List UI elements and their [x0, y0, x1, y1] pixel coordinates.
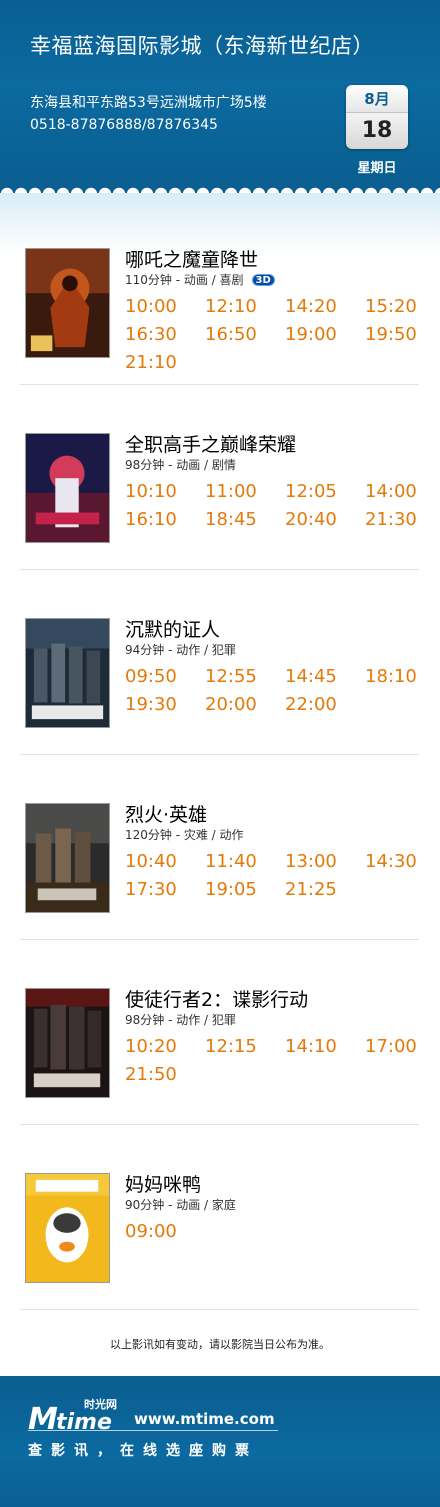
- movie-title[interactable]: 全职高手之巅峰荣耀: [125, 430, 296, 457]
- footer-slogan: 查影讯，在线选座购票: [28, 1443, 258, 1459]
- showtime[interactable]: 10:00: [125, 296, 205, 318]
- showtime[interactable]: 22:00: [285, 694, 365, 716]
- movie-info: 98分钟 - 动画 / 剧情: [125, 458, 236, 472]
- showtime[interactable]: 17:00: [365, 1036, 421, 1058]
- movie-info: 94分钟 - 动作 / 犯罪: [125, 643, 236, 657]
- showtime[interactable]: 21:30: [365, 509, 421, 531]
- format-3d-badge: 3D: [251, 274, 275, 286]
- movie-item: 哪吒之魔童降世 110分钟 - 动画 / 喜剧 3D 10:00 12:10 14…: [20, 200, 419, 385]
- showtime[interactable]: 16:30: [125, 324, 205, 346]
- logo-m: M: [28, 1402, 58, 1437]
- date-card: 8月 18: [346, 85, 408, 149]
- movie-title[interactable]: 哪吒之魔童降世: [125, 245, 258, 272]
- showtime[interactable]: 19:30: [125, 694, 205, 716]
- movie-title[interactable]: 使徒行者2：谍影行动: [125, 985, 308, 1012]
- showtime[interactable]: 13:00: [285, 851, 365, 873]
- showtime[interactable]: 10:40: [125, 851, 205, 873]
- footer-banner: 时光网 M time www.mtime.com 查影讯，在线选座购票: [0, 1376, 440, 1507]
- movie-info: 110分钟 - 动画 / 喜剧 3D: [125, 271, 275, 288]
- showtime[interactable]: 10:10: [125, 481, 205, 503]
- movie-item: 全职高手之巅峰荣耀 98分钟 - 动画 / 剧情 10:10 11:00 12:…: [20, 385, 419, 570]
- showtime[interactable]: 14:30: [365, 851, 421, 873]
- site-url-link[interactable]: www.mtime.com: [134, 1410, 275, 1428]
- showtime[interactable]: 21:50: [125, 1064, 205, 1086]
- movie-info: 120分钟 - 灾难 / 动作: [125, 828, 244, 842]
- showtime[interactable]: 11:00: [205, 481, 285, 503]
- showtime[interactable]: 18:10: [365, 666, 421, 688]
- showtime-list: 09:00: [125, 1221, 421, 1243]
- showtime[interactable]: 19:00: [285, 324, 365, 346]
- movie-title[interactable]: 妈妈咪鸭: [125, 1170, 201, 1197]
- movie-item: 使徒行者2：谍影行动 98分钟 - 动作 / 犯罪 10:20 12:15 14…: [20, 940, 419, 1125]
- showtime[interactable]: 14:00: [365, 481, 421, 503]
- disclaimer-notice: 以上影讯如有变动，请以影院当日公布为准。: [110, 1338, 330, 1351]
- showtime-list: 10:10 11:00 12:05 14:00 16:10 18:45 20:4…: [125, 481, 421, 531]
- movie-duration-genre: 110分钟 - 动画 / 喜剧: [125, 273, 244, 287]
- showtime[interactable]: 16:10: [125, 509, 205, 531]
- showtime-list: 10:20 12:15 14:10 17:00 21:50: [125, 1036, 421, 1086]
- showtime[interactable]: 21:10: [125, 352, 205, 374]
- movie-poster[interactable]: [25, 803, 110, 913]
- showtime-list: 09:50 12:55 14:45 18:10 19:30 20:00 22:0…: [125, 666, 421, 716]
- cinema-header: 幸福蓝海国际影城（东海新世纪店） 东海县和平东路53号远洲城市广场5楼 0518…: [0, 0, 440, 193]
- date-month: 8月: [346, 85, 408, 113]
- movie-poster[interactable]: [25, 1173, 110, 1283]
- movie-poster[interactable]: [25, 433, 110, 543]
- movie-info: 98分钟 - 动作 / 犯罪: [125, 1013, 236, 1027]
- showtime[interactable]: 11:40: [205, 851, 285, 873]
- showtime[interactable]: 14:10: [285, 1036, 365, 1058]
- showtime[interactable]: 20:00: [205, 694, 285, 716]
- movie-poster[interactable]: [25, 248, 110, 358]
- movie-item: 沉默的证人 94分钟 - 动作 / 犯罪 09:50 12:55 14:45 1…: [20, 570, 419, 755]
- showtime[interactable]: 17:30: [125, 879, 205, 901]
- movie-poster[interactable]: [25, 618, 110, 728]
- showtime-list: 10:00 12:10 14:20 15:20 16:30 16:50 19:0…: [125, 296, 421, 374]
- showtime[interactable]: 20:40: [285, 509, 365, 531]
- movie-item: 妈妈咪鸭 90分钟 - 动画 / 家庭 09:00: [20, 1125, 419, 1310]
- cinema-phone[interactable]: 0518-87876888/87876345: [30, 117, 218, 133]
- showtime[interactable]: 12:05: [285, 481, 365, 503]
- showtime[interactable]: 09:00: [125, 1221, 205, 1243]
- movie-title[interactable]: 烈火·英雄: [125, 800, 207, 827]
- showtime[interactable]: 14:20: [285, 296, 365, 318]
- showtime[interactable]: 18:45: [205, 509, 285, 531]
- showtime[interactable]: 09:50: [125, 666, 205, 688]
- date-weekday: 星期日: [357, 161, 397, 176]
- date-day: 18: [346, 113, 408, 149]
- showtime[interactable]: 12:15: [205, 1036, 285, 1058]
- showtime[interactable]: 15:20: [365, 296, 421, 318]
- cinema-title: 幸福蓝海国际影城（东海新世纪店）: [30, 34, 374, 58]
- showtime[interactable]: 12:10: [205, 296, 285, 318]
- mtime-logo[interactable]: 时光网 M time: [28, 1396, 128, 1437]
- showtime[interactable]: 21:25: [285, 879, 365, 901]
- scallop-divider-top: [0, 180, 440, 194]
- showtime[interactable]: 19:50: [365, 324, 421, 346]
- showtime[interactable]: 16:50: [205, 324, 285, 346]
- cinema-address: 东海县和平东路53号远洲城市广场5楼: [30, 95, 267, 111]
- logo-time: time: [56, 1410, 112, 1435]
- movie-info: 90分钟 - 动画 / 家庭: [125, 1198, 236, 1212]
- showtime[interactable]: 14:45: [285, 666, 365, 688]
- movie-title[interactable]: 沉默的证人: [125, 615, 220, 642]
- showtime[interactable]: 12:55: [205, 666, 285, 688]
- footer-divider: [28, 1430, 278, 1431]
- showtime[interactable]: 10:20: [125, 1036, 205, 1058]
- showtime-list: 10:40 11:40 13:00 14:30 17:30 19:05 21:2…: [125, 851, 421, 901]
- movie-poster[interactable]: [25, 988, 110, 1098]
- movie-item: 烈火·英雄 120分钟 - 灾难 / 动作 10:40 11:40 13:00 …: [20, 755, 419, 940]
- showtime[interactable]: 19:05: [205, 879, 285, 901]
